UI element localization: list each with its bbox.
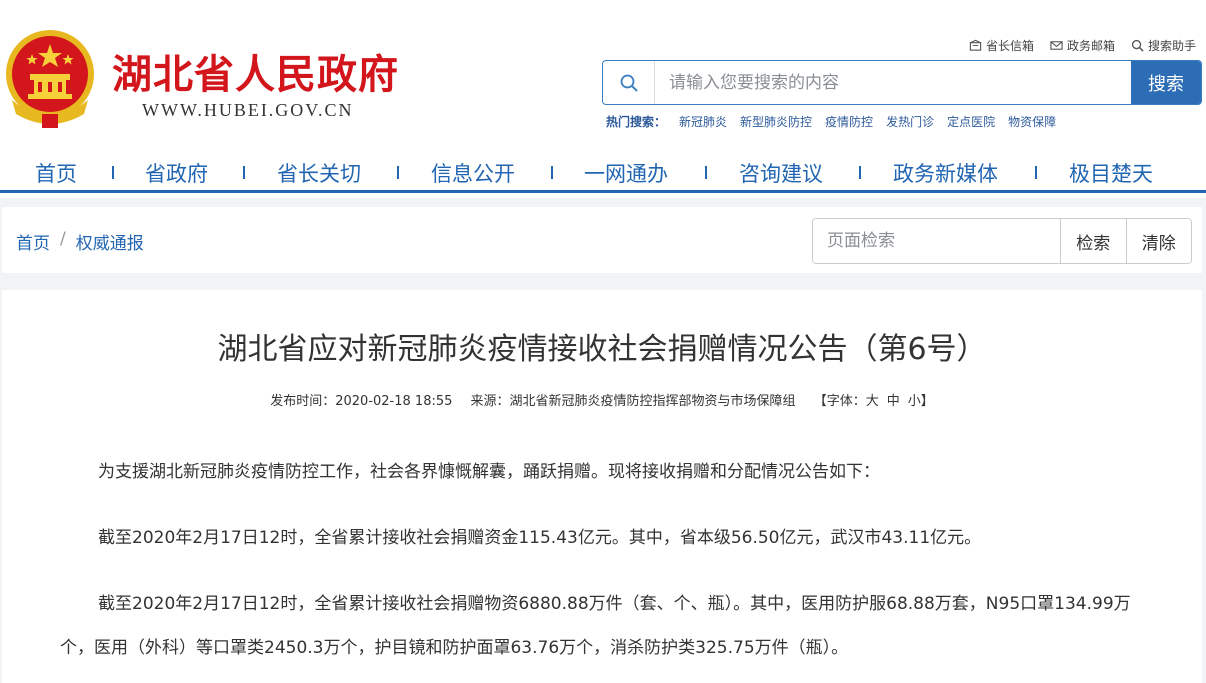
search-icon: [1131, 39, 1144, 52]
font-size-label: 【字体：: [813, 394, 866, 409]
top-link-governor-mailbox[interactable]: 省长信箱: [969, 37, 1034, 54]
page-search-button[interactable]: 检索: [1060, 219, 1126, 263]
hot-search-item[interactable]: 物资保障: [1008, 113, 1056, 130]
site-header: 湖北省人民政府 WWW.HUBEI.GOV.CN 省长信箱 政务邮箱 搜索助手 …: [0, 0, 1206, 198]
article-title: 湖北省应对新冠肺炎疫情接收社会捐赠情况公告（第6号）: [217, 332, 987, 367]
font-size-end: 】: [920, 394, 934, 409]
page-search-input[interactable]: [813, 219, 1060, 263]
article-meta: 发布时间：2020-02-18 18:55 来源：湖北省新冠肺炎疫情防控指挥部物…: [2, 390, 1202, 409]
nav-separator: [112, 166, 114, 179]
envelope-icon: [1050, 41, 1063, 50]
page-search: 检索 清除: [812, 218, 1192, 264]
nav-separator: [705, 166, 707, 179]
breadcrumb: 首页 / 权威通报: [16, 229, 144, 254]
main-nav: 首页 省政府 省长关切 信息公开 一网通办 咨询建议 政务新媒体 极目楚天: [0, 150, 1206, 194]
nav-separator: [243, 166, 245, 179]
search-icon-container: [603, 61, 655, 104]
mailbox-icon: [969, 39, 982, 51]
hot-search: 热门搜索： 新冠肺炎 新型肺炎防控 疫情防控 发热门诊 定点医院 物资保障: [606, 113, 1056, 130]
site-title[interactable]: 湖北省人民政府: [112, 42, 399, 100]
nav-item-governor-concern[interactable]: 省长关切: [277, 158, 361, 188]
publish-time: 发布时间：2020-02-18 18:55: [270, 394, 453, 409]
search-button[interactable]: 搜索: [1131, 61, 1201, 104]
article-source: 来源：湖北省新冠肺炎疫情防控指挥部物资与市场保障组: [470, 394, 796, 409]
site-url: WWW.HUBEI.GOV.CN: [142, 100, 354, 120]
breadcrumb-current[interactable]: 权威通报: [76, 229, 144, 254]
top-link-label: 搜索助手: [1147, 39, 1196, 53]
nav-item-info-disclosure[interactable]: 信息公开: [431, 158, 515, 188]
article-paragraph: 截至2020年2月17日12时，全省累计接收社会捐赠物资6880.88万件（套、…: [60, 594, 1131, 658]
nav-separator: [551, 166, 553, 179]
top-links: 省长信箱 政务邮箱 搜索助手: [969, 37, 1196, 54]
hot-search-item[interactable]: 新型肺炎防控: [740, 113, 812, 130]
article-paragraph: 为支援湖北新冠肺炎疫情防控工作，社会各界慷慨解囊，踊跃捐赠。现将接收捐赠和分配情…: [98, 462, 880, 482]
nav-item-home[interactable]: 首页: [35, 158, 77, 188]
nav-item-consultation[interactable]: 咨询建议: [739, 158, 823, 188]
nav-separator: [397, 166, 399, 179]
nav-item-jimu-chutian[interactable]: 极目楚天: [1069, 158, 1153, 188]
hot-search-label: 热门搜索：: [606, 115, 667, 129]
search-input[interactable]: [655, 61, 1131, 104]
font-size-large[interactable]: 大: [866, 394, 879, 409]
site-search: 搜索: [602, 60, 1202, 105]
breadcrumb-home[interactable]: 首页: [16, 229, 50, 254]
font-size-small[interactable]: 小: [908, 394, 921, 409]
breadcrumb-separator: /: [60, 229, 66, 249]
page-search-clear-button[interactable]: 清除: [1125, 219, 1191, 263]
hot-search-item[interactable]: 疫情防控: [825, 113, 873, 130]
hot-search-item[interactable]: 发热门诊: [886, 113, 934, 130]
nav-underline: [0, 190, 1206, 193]
hot-search-item[interactable]: 定点医院: [947, 113, 995, 130]
top-link-label: 省长信箱: [985, 39, 1034, 53]
nav-item-new-media[interactable]: 政务新媒体: [893, 158, 998, 188]
top-link-label: 政务邮箱: [1066, 39, 1115, 53]
top-link-gov-email[interactable]: 政务邮箱: [1050, 37, 1115, 54]
article: 湖北省应对新冠肺炎疫情接收社会捐赠情况公告（第6号） 发布时间：2020-02-…: [2, 290, 1202, 683]
font-size-medium[interactable]: 中: [887, 394, 900, 409]
national-emblem-icon: [6, 30, 94, 128]
hot-search-item[interactable]: 新冠肺炎: [679, 113, 727, 130]
nav-item-one-stop-service[interactable]: 一网通办: [584, 158, 668, 188]
breadcrumb-bar: 首页 / 权威通报 检索 清除: [2, 207, 1202, 273]
nav-separator: [1035, 166, 1037, 179]
nav-item-province-gov[interactable]: 省政府: [145, 158, 208, 188]
top-link-search-assistant[interactable]: 搜索助手: [1131, 37, 1196, 54]
nav-separator: [859, 166, 861, 179]
article-paragraph: 截至2020年2月17日12时，全省累计接收社会捐赠资金115.43亿元。其中，…: [98, 528, 982, 548]
search-icon: [620, 74, 638, 92]
